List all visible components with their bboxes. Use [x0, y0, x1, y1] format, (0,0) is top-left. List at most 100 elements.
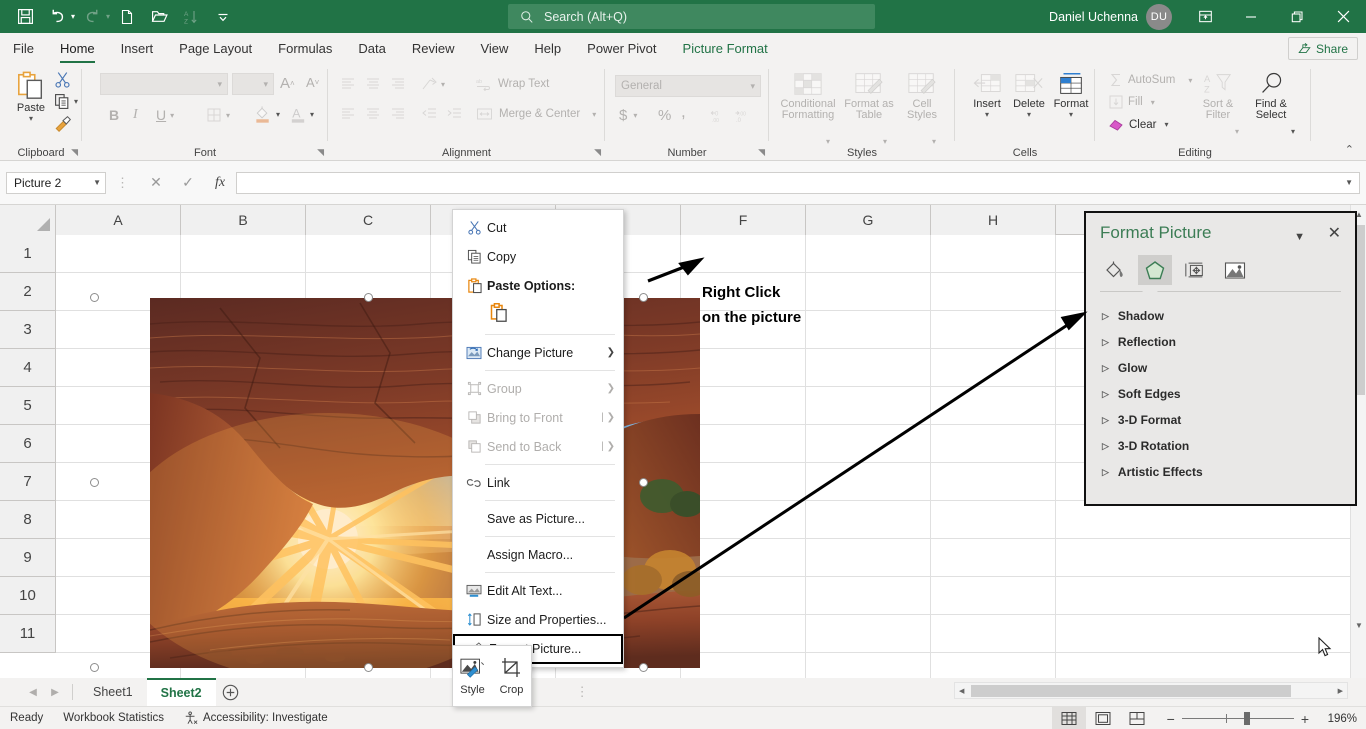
- pane-section-3d-rotation[interactable]: ▷ 3-D Rotation: [1102, 439, 1189, 453]
- picture-handle-top-left[interactable]: [90, 293, 99, 302]
- underline-button[interactable]: U ▾: [156, 107, 174, 123]
- ribbon-display-options-icon[interactable]: [1182, 0, 1228, 33]
- menu-item-size-and-properties[interactable]: Size and Properties...: [453, 605, 623, 634]
- row-header-10[interactable]: 10: [0, 577, 55, 615]
- tab-data[interactable]: Data: [345, 35, 398, 63]
- comma-format-button[interactable]: ,: [681, 107, 686, 117]
- scroll-right-icon[interactable]: ▶: [1338, 687, 1343, 695]
- row-header-7[interactable]: 7: [0, 463, 55, 501]
- crop-button[interactable]: Crop: [492, 646, 531, 706]
- pane-section-soft-edges[interactable]: ▷ Soft Edges: [1102, 387, 1181, 401]
- column-header-G[interactable]: G: [806, 205, 931, 235]
- row-header-1[interactable]: 1: [0, 235, 55, 273]
- fill-line-tab[interactable]: [1098, 255, 1132, 285]
- orientation-button[interactable]: ▾: [421, 77, 445, 92]
- picture-handle-bottom-right[interactable]: [639, 663, 648, 672]
- increase-indent-button[interactable]: [446, 107, 463, 121]
- decrease-font-size-button[interactable]: A˅: [306, 75, 319, 90]
- tab-page-layout[interactable]: Page Layout: [166, 35, 265, 63]
- format-painter-button[interactable]: [54, 115, 72, 133]
- tab-formulas[interactable]: Formulas: [265, 35, 345, 63]
- menu-item-cut[interactable]: Cut: [453, 213, 623, 242]
- tab-file[interactable]: File: [0, 35, 47, 63]
- zoom-slider[interactable]: − +: [1160, 711, 1316, 727]
- row-header-8[interactable]: 8: [0, 501, 55, 539]
- accessibility-button[interactable]: Accessibility: Investigate: [174, 707, 338, 729]
- percent-format-button[interactable]: %: [658, 107, 671, 124]
- tab-view[interactable]: View: [467, 35, 521, 63]
- new-sheet-icon[interactable]: [216, 679, 246, 705]
- column-header-A[interactable]: A: [56, 205, 181, 235]
- picture-handle-top-right[interactable]: [639, 293, 648, 302]
- scroll-left-icon[interactable]: ◀: [959, 687, 964, 695]
- format-as-table-dropdown-icon[interactable]: ▾: [883, 137, 887, 146]
- collapse-ribbon-icon[interactable]: ⌃: [1345, 143, 1354, 156]
- row-header-2[interactable]: 2: [0, 273, 55, 311]
- row-header-11[interactable]: 11: [0, 615, 55, 653]
- column-header-F[interactable]: F: [681, 205, 806, 235]
- new-file-icon[interactable]: [112, 4, 142, 30]
- name-box-dropdown-icon[interactable]: ▼: [93, 178, 101, 187]
- pane-section-glow[interactable]: ▷ Glow: [1102, 361, 1147, 375]
- row-header-9[interactable]: 9: [0, 539, 55, 577]
- workbook-statistics-button[interactable]: Workbook Statistics: [53, 707, 174, 729]
- picture-handle-bottom-left[interactable]: [90, 663, 99, 672]
- italic-button[interactable]: I: [133, 107, 138, 123]
- page-break-view-icon[interactable]: [1120, 707, 1154, 729]
- menu-item-copy[interactable]: Copy: [453, 242, 623, 271]
- fill-dropdown-icon[interactable]: ▾: [1151, 98, 1155, 107]
- align-bottom-button[interactable]: [390, 77, 406, 91]
- column-header-C[interactable]: C: [306, 205, 431, 235]
- clear-button[interactable]: Clear ▾: [1109, 117, 1169, 132]
- paste-option-keep-source-formatting-icon[interactable]: [489, 302, 508, 326]
- number-format-select[interactable]: General▾: [615, 75, 761, 97]
- number-dialog-launcher[interactable]: ◥: [758, 147, 765, 158]
- account-info[interactable]: Daniel Uchenna DU: [1049, 4, 1172, 30]
- picture-style-button[interactable]: Style: [453, 646, 492, 706]
- cut-button[interactable]: [54, 71, 71, 88]
- align-top-button[interactable]: [340, 77, 356, 91]
- normal-view-icon[interactable]: [1052, 707, 1086, 729]
- undo-icon[interactable]: [42, 4, 72, 30]
- sheet-tab-sheet2[interactable]: Sheet2: [147, 678, 216, 706]
- redo-dropdown-icon[interactable]: ▾: [106, 12, 110, 21]
- sheet-area-grip[interactable]: ⋮: [576, 684, 590, 700]
- autosum-dropdown-icon[interactable]: ▾: [1188, 76, 1192, 85]
- tab-home[interactable]: Home: [47, 35, 108, 63]
- open-folder-icon[interactable]: [144, 4, 174, 30]
- increase-decimal-button[interactable]: 0 .00: [710, 109, 728, 123]
- pane-section-shadow[interactable]: ▷ Shadow: [1102, 309, 1164, 323]
- picture-handle-middle-right[interactable]: [639, 478, 648, 487]
- tab-power-pivot[interactable]: Power Pivot: [574, 35, 669, 63]
- tab-help[interactable]: Help: [521, 35, 574, 63]
- sort-filter-dropdown-icon[interactable]: ▾: [1235, 127, 1239, 136]
- wrap-text-button[interactable]: ab Wrap Text: [476, 77, 549, 91]
- picture-handle-middle-left[interactable]: [90, 478, 99, 487]
- fill-color-button[interactable]: ▾: [254, 105, 280, 124]
- scroll-down-icon[interactable]: ▼: [1351, 616, 1366, 634]
- font-size-input[interactable]: ▾: [232, 73, 274, 95]
- paste-dropdown-icon[interactable]: ▾: [29, 115, 33, 123]
- avatar[interactable]: DU: [1146, 4, 1172, 30]
- formula-input[interactable]: ▼: [236, 172, 1360, 194]
- autosum-button[interactable]: AutoSum ▾: [1109, 73, 1192, 87]
- clear-dropdown-icon[interactable]: ▾: [1164, 120, 1168, 129]
- fill-color-dropdown-icon[interactable]: ▾: [276, 110, 280, 119]
- row-header-3[interactable]: 3: [0, 311, 55, 349]
- merge-center-dropdown-icon[interactable]: ▾: [592, 110, 596, 119]
- horizontal-scroll-thumb[interactable]: [971, 685, 1291, 697]
- copy-button[interactable]: ▾: [54, 93, 78, 110]
- menu-item-edit-alt-text[interactable]: Edit Alt Text...: [453, 576, 623, 605]
- fill-button[interactable]: Fill ▾: [1109, 95, 1155, 109]
- conditional-formatting-dropdown-icon[interactable]: ▾: [826, 137, 830, 146]
- merge-center-button[interactable]: Merge & Center ▾: [476, 107, 596, 121]
- pane-section-3d-format[interactable]: ▷ 3-D Format: [1102, 413, 1181, 427]
- sort-az-icon[interactable]: A Z: [176, 4, 206, 30]
- close-button[interactable]: [1320, 0, 1366, 33]
- borders-dropdown-icon[interactable]: ▾: [226, 111, 230, 120]
- insert-cells-button[interactable]: Insert ▾: [967, 71, 1007, 119]
- tab-review[interactable]: Review: [399, 35, 468, 63]
- tab-insert[interactable]: Insert: [108, 35, 167, 63]
- find-select-button[interactable]: Find & Select ▾: [1247, 71, 1295, 121]
- search-input[interactable]: Search (Alt+Q): [508, 4, 875, 29]
